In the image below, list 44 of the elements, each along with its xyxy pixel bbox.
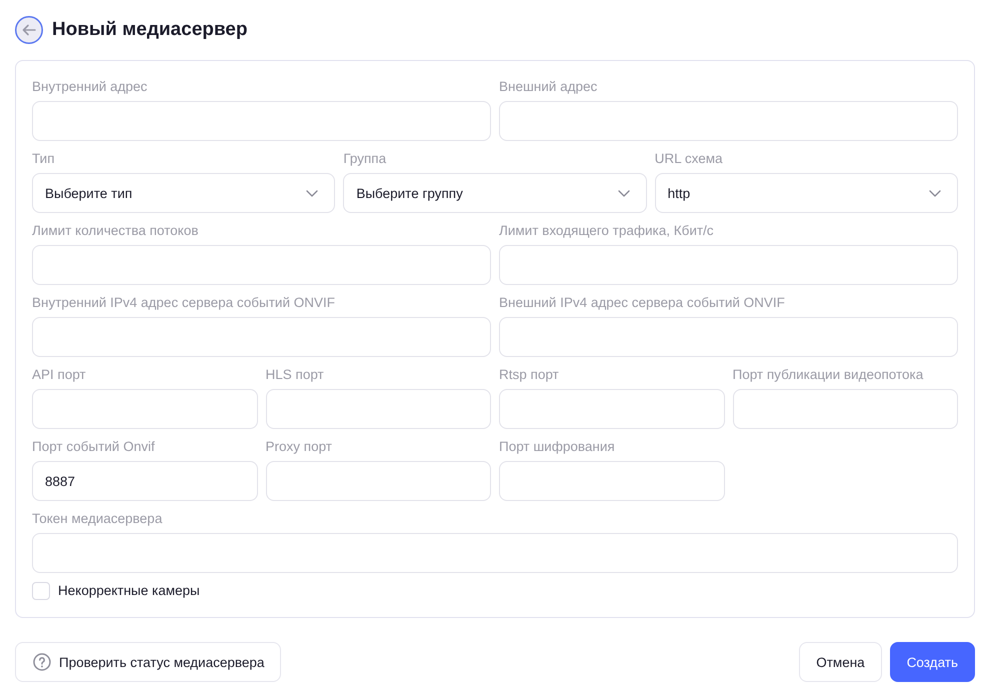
input-field[interactable] [266,389,491,429]
select-field[interactable]: Выберите тип [32,173,336,213]
field-label: Внутренний адрес [32,79,148,95]
input-field[interactable] [32,101,491,141]
input-field[interactable] [32,245,491,285]
field-label: Лимит входящего трафика, Кбит/с [499,223,715,239]
input-field[interactable] [499,101,958,141]
field-label: Группа [343,151,388,167]
page-title: Новый медиасервер [52,18,248,42]
field-label: Внутренний IPv4 адрес сервера событий ONVIF [32,295,336,311]
field-label: URL схема [654,151,724,167]
input-field[interactable] [266,461,491,501]
field-label: Лимит количества потоков [32,223,200,239]
field-label: Токен медиасервера [32,511,164,527]
cancel-button[interactable]: Отмена [799,642,882,682]
field-label: Внешний IPv4 адрес сервера событий ONVIF [499,295,786,311]
field-label: Rtsp порт [499,367,560,383]
input-field[interactable] [499,389,724,429]
input-field[interactable] [732,389,958,429]
select-field[interactable]: Выберите группу [343,173,647,213]
checkbox-label[interactable]: Некорректные камеры [58,583,200,599]
field-label: Порт шифрования [499,439,616,455]
field-label: HLS порт [266,367,325,383]
field-label: Тип [32,151,56,167]
field-label: Порт событий Onvif [32,439,156,455]
input-field[interactable] [32,317,491,357]
chevron-down-icon [618,190,630,196]
field-label: Порт публикации видеопотока [732,367,924,383]
chevron-down-icon [306,190,318,196]
field-label: Внешний адрес [499,79,598,95]
select-field[interactable]: http [654,173,958,213]
field-label: Proxy порт [266,439,333,455]
checkbox[interactable] [32,582,50,600]
input-field[interactable] [32,389,258,429]
input-field[interactable] [499,461,724,501]
check-status-button[interactable]: Проверить статус медиасервера [15,642,282,682]
input-field[interactable] [499,317,958,357]
input-field[interactable] [32,533,958,573]
input-field[interactable]: 8887 [32,461,258,501]
input-field[interactable] [499,245,958,285]
create-button[interactable]: Создать [890,642,975,682]
field-label: API порт [32,367,87,383]
chevron-down-icon [929,190,941,196]
question-circle-icon [33,653,51,671]
